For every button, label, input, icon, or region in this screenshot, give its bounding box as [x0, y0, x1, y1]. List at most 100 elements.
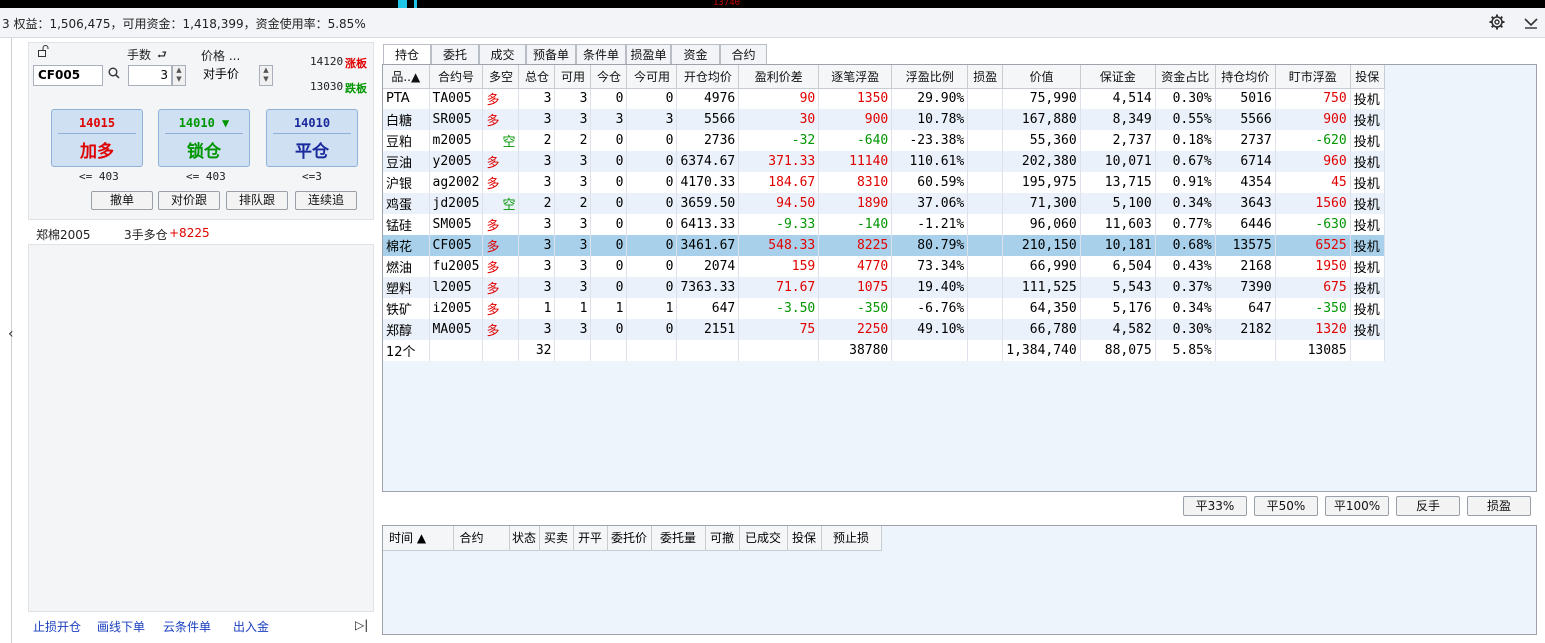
positions-header-8[interactable]: 盈利价差: [738, 65, 820, 89]
positions-header-10[interactable]: 浮盈比例: [891, 65, 969, 89]
positions-header-1[interactable]: 合约号: [429, 65, 484, 89]
table-row[interactable]: PTA TA005 多 3 3 0 0 4976 90 1350 29.90% 75,990 4,514…: [383, 88, 1385, 109]
stop-loss-open-link[interactable]: 止损开仓: [33, 618, 81, 635]
tab-contracts[interactable]: 合约: [720, 44, 767, 64]
reset-quantity-icon[interactable]: ⮐: [157, 46, 167, 65]
orders-header-2[interactable]: 状态: [509, 526, 540, 551]
draw-line-order-link[interactable]: 画线下单: [97, 618, 145, 635]
tab-trades[interactable]: 成交: [479, 44, 526, 64]
positions-header-2[interactable]: 多空: [482, 65, 520, 89]
continuous-chase-button[interactable]: 连续追: [295, 191, 357, 210]
table-row[interactable]: 鸡蛋 jd2005 空 2 2 0 0 3659.50 94.50 1890 37.06% 71,30…: [383, 193, 1385, 214]
queue-follow-button[interactable]: 排队跟: [226, 191, 288, 210]
deposit-withdraw-link[interactable]: 出入金: [233, 618, 269, 635]
table-cell: 111,525: [1002, 277, 1081, 298]
orders-header-9[interactable]: 投保: [787, 526, 822, 551]
orders-header-0[interactable]: 时间 ▲: [383, 526, 454, 551]
table-cell: 88,075: [1080, 340, 1156, 361]
table-cell: 投机: [1350, 277, 1385, 298]
positions-header-7[interactable]: 开仓均价: [676, 65, 740, 89]
table-row[interactable]: 白糖 SR005 多 3 3 3 3 5566 30 900 10.78% 167,880 8,349 0…: [383, 109, 1385, 130]
orders-header-7[interactable]: 可撤: [705, 526, 740, 551]
cloud-condition-order-link[interactable]: 云条件单: [163, 618, 211, 635]
quantity-input[interactable]: 3: [128, 65, 172, 86]
positions-header-17[interactable]: 投保: [1350, 65, 1385, 89]
skip-end-icon[interactable]: ▷|: [355, 618, 368, 632]
lock-open-icon[interactable]: [37, 45, 49, 60]
add-long-button[interactable]: 14015 加多: [51, 109, 143, 167]
table-cell: 0.18%: [1155, 130, 1216, 151]
counter-price-follow-button[interactable]: 对价跟: [158, 191, 220, 210]
table-cell: 30: [738, 109, 820, 130]
table-row[interactable]: 郑醇 MA005 多 3 3 0 0 2151 75 2250 49.10% 66,780 4,582 0…: [383, 319, 1385, 340]
positions-header-12[interactable]: 价值: [1002, 65, 1081, 89]
price-stepper[interactable]: ▲ ▼: [259, 65, 273, 86]
table-cell: 2: [554, 193, 592, 214]
orders-header-5[interactable]: 委托价: [607, 526, 652, 551]
table-cell: [967, 151, 1004, 172]
table-row[interactable]: 豆粕 m2005 空 2 2 0 0 2736 -32 -640 -23.38% 55,360 2,73…: [383, 130, 1385, 151]
cancel-order-button[interactable]: 撤单: [91, 191, 153, 210]
table-row[interactable]: 豆油 y2005 多 3 3 0 0 6374.67 371.33 11140 110.61% 202…: [383, 151, 1385, 172]
tab-positions[interactable]: 持仓: [383, 44, 431, 65]
positions-header-9[interactable]: 逐笔浮盈: [818, 65, 893, 89]
table-cell: 5566: [676, 109, 740, 130]
tab-orders[interactable]: 委托: [431, 44, 479, 64]
positions-header-15[interactable]: 持仓均价: [1215, 65, 1276, 89]
table-row[interactable]: 铁矿 i2005 多 1 1 1 1 647 -3.50 -350 -6.76% 64,350 5,17…: [383, 298, 1385, 319]
table-row[interactable]: 塑料 l2005 多 3 3 0 0 7363.33 71.67 1075 19.40% 111,52…: [383, 277, 1385, 298]
orders-header-1[interactable]: 合约: [453, 526, 510, 551]
orders-header-3[interactable]: 买卖: [539, 526, 574, 551]
chevron-down-icon[interactable]: [1523, 14, 1539, 33]
table-cell: 郑醇: [383, 319, 430, 340]
table-cell: 37.06%: [891, 193, 969, 214]
orders-header-4[interactable]: 开平: [573, 526, 608, 551]
tab-prepared-orders[interactable]: 预备单: [526, 44, 576, 64]
orders-header-10[interactable]: 预止损: [821, 526, 882, 551]
price-label[interactable]: 价格 ...: [201, 47, 240, 64]
table-cell: 371.33: [738, 151, 820, 172]
positions-header-5[interactable]: 今仓: [590, 65, 628, 89]
positions-header-4[interactable]: 可用: [554, 65, 592, 89]
stop-profit-button[interactable]: 损盈: [1467, 496, 1531, 516]
limit-down-price: 13030: [310, 80, 344, 93]
table-cell: 3: [590, 109, 628, 130]
table-cell: 1075: [818, 277, 893, 298]
tab-stop-orders[interactable]: 损盈单: [626, 44, 671, 64]
quantity-stepper[interactable]: ▲ ▼: [172, 65, 186, 86]
close-33-button[interactable]: 平33%: [1183, 496, 1247, 516]
positions-header-13[interactable]: 保证金: [1080, 65, 1156, 89]
tab-conditional-orders[interactable]: 条件单: [576, 44, 626, 64]
price-mode-input[interactable]: 对手价: [199, 65, 259, 86]
table-cell: 10,071: [1080, 151, 1156, 172]
positions-header-11[interactable]: 损盈: [967, 65, 1004, 89]
lock-position-button[interactable]: 14010 ▼ 锁仓: [158, 109, 250, 167]
table-row[interactable]: 锰硅 SM005 多 3 3 0 0 6413.33 -9.33 -140 -1.21% 96,060…: [383, 214, 1385, 235]
table-cell: [676, 340, 740, 361]
table-cell: 184.67: [738, 172, 820, 193]
table-cell: 0: [590, 172, 628, 193]
close-100-button[interactable]: 平100%: [1325, 496, 1389, 516]
account-summary-text: 3 权益：1,506,475，可用资金：1,418,399，资金使用率：5.85…: [2, 17, 366, 31]
orders-header-8[interactable]: 已成交: [739, 526, 788, 551]
table-cell: 6446: [1215, 214, 1276, 235]
table-row[interactable]: 棉花 CF005 多 3 3 0 0 3461.67 548.33 8225 80.79% 210,1…: [383, 235, 1385, 256]
close-position-button[interactable]: 14010 平仓: [266, 109, 358, 167]
positions-header-6[interactable]: 今可用: [626, 65, 678, 89]
positions-header-3[interactable]: 总仓: [518, 65, 556, 89]
positions-header-14[interactable]: 资金占比: [1155, 65, 1216, 89]
tab-funds[interactable]: 资金: [671, 44, 720, 64]
search-icon[interactable]: [108, 67, 120, 83]
orders-header-6[interactable]: 委托量: [651, 526, 706, 551]
table-cell: 鸡蛋: [383, 193, 430, 214]
reverse-button[interactable]: 反手: [1396, 496, 1460, 516]
table-row[interactable]: 沪银 ag2002 多 3 3 0 0 4170.33 184.67 8310 60.59% 195,…: [383, 172, 1385, 193]
table-row[interactable]: 燃油 fu2005 多 3 3 0 0 2074 159 4770 73.34% 66,990 6,50…: [383, 256, 1385, 277]
close-50-button[interactable]: 平50%: [1254, 496, 1318, 516]
gear-icon[interactable]: [1489, 14, 1505, 33]
contract-code-input[interactable]: CF005: [33, 65, 103, 86]
positions-header-16[interactable]: 盯市浮盈: [1275, 65, 1351, 89]
chevron-left-icon[interactable]: ‹: [8, 326, 14, 342]
table-cell: -32: [738, 130, 820, 151]
positions-header-0[interactable]: 品..▲: [383, 65, 430, 89]
